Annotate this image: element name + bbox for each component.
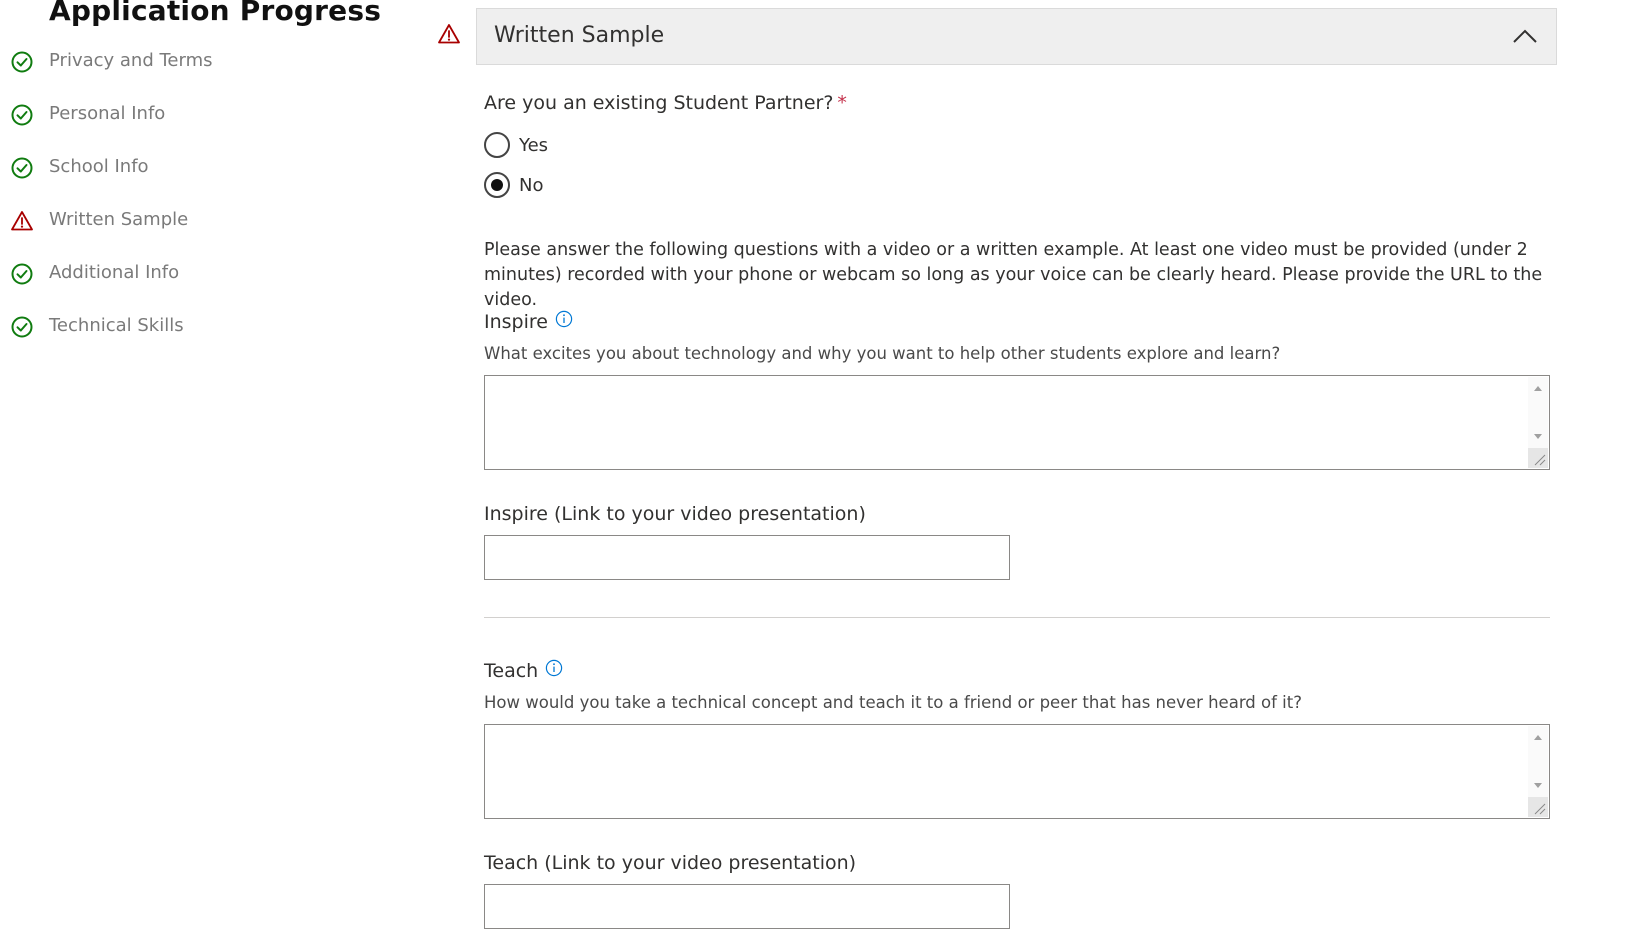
- step-label: Technical Skills: [49, 315, 184, 336]
- scroll-down-arrow-icon[interactable]: [1534, 783, 1542, 788]
- check-circle-icon: [11, 104, 33, 126]
- scroll-down-arrow-icon[interactable]: [1534, 434, 1542, 439]
- teach-field-label: Teach: [484, 659, 563, 682]
- video-instructions: Please answer the following questions wi…: [484, 240, 1543, 310]
- radio-label-yes: Yes: [519, 134, 549, 156]
- progress-sidebar: Application Progress Privacy and Terms P…: [0, 0, 420, 946]
- radio-option-yes[interactable]: Yes: [484, 130, 684, 160]
- info-icon[interactable]: [545, 659, 563, 677]
- radio-label-no: No: [519, 174, 544, 196]
- teach-link-label: Teach (Link to your video presentation): [484, 852, 857, 874]
- inspire-link-label: Inspire (Link to your video presentation…: [484, 503, 866, 525]
- step-label: Additional Info: [49, 262, 180, 283]
- question-label: Are you an existing Student Partner?: [484, 92, 834, 114]
- scroll-up-arrow-icon[interactable]: [1534, 386, 1542, 391]
- check-circle-icon: [11, 316, 33, 338]
- teach-link-input[interactable]: [484, 884, 1010, 929]
- teach-description: How would you take a technical concept a…: [484, 693, 1302, 712]
- teach-label-text: Teach: [484, 660, 539, 682]
- warning-icon: [11, 211, 33, 231]
- step-additional-info[interactable]: Additional Info: [10, 259, 410, 289]
- section-title: Written Sample: [494, 23, 665, 48]
- radio-button-no[interactable]: [484, 172, 510, 198]
- inspire-label-text: Inspire: [484, 311, 548, 333]
- inspire-textarea[interactable]: [485, 376, 1549, 469]
- warning-icon: [438, 24, 460, 44]
- application-page: Application Progress Privacy and Terms P…: [0, 0, 1630, 946]
- step-school-info[interactable]: School Info: [10, 153, 410, 183]
- section-divider: [484, 617, 1550, 618]
- required-marker: *: [837, 92, 847, 114]
- step-label: Privacy and Terms: [49, 50, 213, 71]
- check-circle-icon: [11, 157, 33, 179]
- inspire-textarea-wrapper: [484, 375, 1550, 470]
- teach-textarea-wrapper: [484, 724, 1550, 819]
- step-label: Written Sample: [49, 209, 189, 230]
- step-technical-skills[interactable]: Technical Skills: [10, 312, 410, 342]
- student-partner-question: Are you an existing Student Partner? *: [484, 92, 847, 114]
- resize-grip-icon[interactable]: [1528, 448, 1548, 468]
- resize-grip-icon[interactable]: [1528, 797, 1548, 817]
- inspire-field-label: Inspire: [484, 310, 573, 333]
- step-label: Personal Info: [49, 103, 166, 124]
- inspire-description: What excites you about technology and wh…: [484, 344, 1281, 363]
- step-label: School Info: [49, 156, 149, 177]
- check-circle-icon: [11, 263, 33, 285]
- info-icon[interactable]: [555, 310, 573, 328]
- scroll-up-arrow-icon[interactable]: [1534, 735, 1542, 740]
- check-circle-icon: [11, 51, 33, 73]
- radio-option-no[interactable]: No: [484, 170, 684, 200]
- written-sample-section-header[interactable]: Written Sample: [476, 8, 1557, 65]
- radio-button-yes[interactable]: [484, 132, 510, 158]
- sidebar-title: Application Progress: [49, 0, 382, 27]
- chevron-up-icon[interactable]: [1512, 25, 1538, 47]
- step-privacy-and-terms[interactable]: Privacy and Terms: [10, 47, 410, 77]
- step-written-sample[interactable]: Written Sample: [10, 206, 410, 236]
- step-personal-info[interactable]: Personal Info: [10, 100, 410, 130]
- teach-textarea[interactable]: [485, 725, 1549, 818]
- inspire-link-input[interactable]: [484, 535, 1010, 580]
